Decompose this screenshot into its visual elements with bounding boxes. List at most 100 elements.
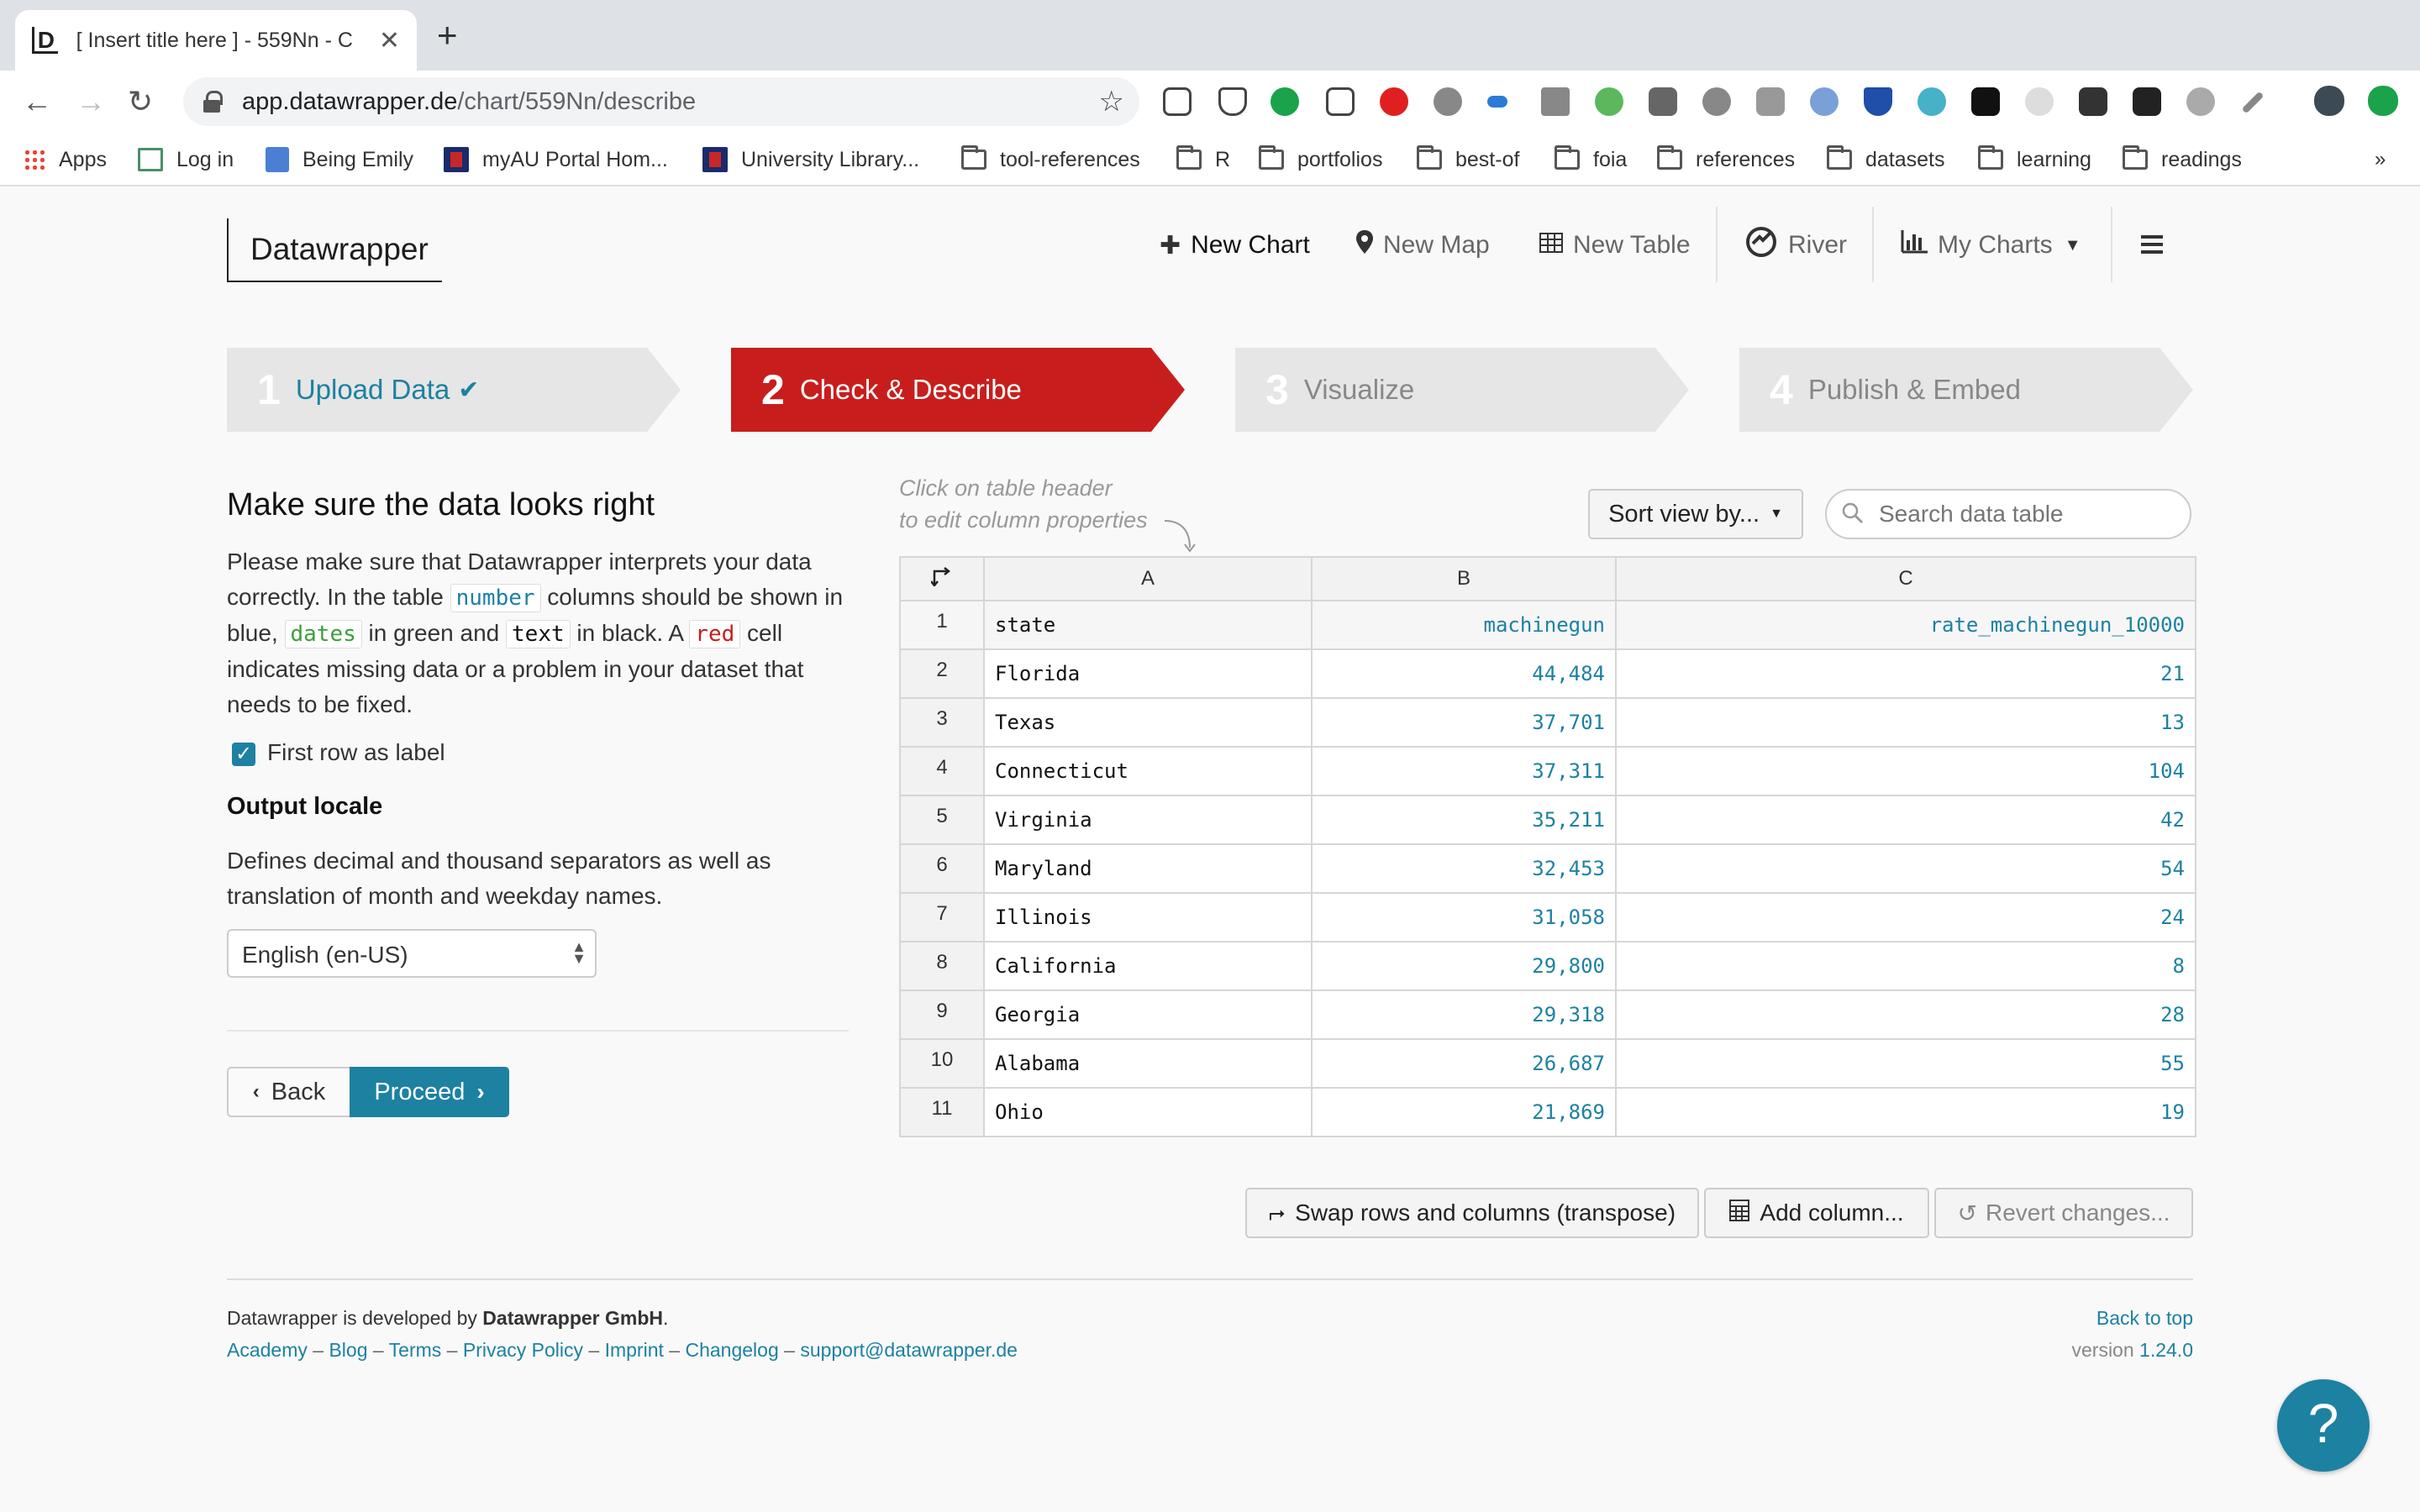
glasses-extension-icon[interactable] (2079, 87, 2107, 116)
react-extension-icon[interactable] (1971, 87, 2000, 116)
table-cell[interactable]: 21 (1615, 648, 2196, 699)
bookmarks-overflow-button[interactable]: » (2375, 143, 2386, 176)
r-extension-icon[interactable] (2133, 87, 2161, 116)
bookmark-folder-references[interactable]: references (1657, 143, 1795, 176)
column-header-b[interactable]: B (1311, 556, 1617, 601)
green-extension-icon[interactable] (1270, 87, 1299, 116)
person-extension-icon[interactable] (2186, 87, 2215, 116)
table-cell[interactable]: 37,701 (1311, 697, 1617, 748)
nav-river[interactable]: River (1744, 220, 1847, 270)
column-header-a[interactable]: A (983, 556, 1313, 601)
nav-new-chart[interactable]: ✚ New Chart (1160, 220, 1310, 270)
table-cell[interactable]: 55 (1615, 1038, 2196, 1089)
search-input[interactable] (1877, 500, 2163, 528)
table-cell[interactable]: 44,484 (1311, 648, 1617, 699)
pocket-extension-icon[interactable] (1218, 87, 1247, 116)
table-cell[interactable]: 26,687 (1311, 1038, 1617, 1089)
table-cell[interactable]: 28 (1615, 990, 2196, 1040)
sort-view-dropdown[interactable]: Sort view by... ▼ (1588, 489, 1803, 539)
screenshot-extension-icon[interactable] (1163, 87, 1192, 116)
atom-extension-icon[interactable] (1918, 87, 1946, 116)
footer-link-privacy[interactable]: Privacy Policy (463, 1339, 583, 1361)
table-cell[interactable]: Texas (983, 697, 1313, 748)
bookmark-folder-foia[interactable]: foia (1555, 143, 1627, 176)
table-cell[interactable]: 31,058 (1311, 892, 1617, 942)
cup-extension-icon[interactable] (1326, 87, 1355, 116)
browser-tab[interactable]: D [ Insert title here ] - 559Nn - C ✕ (15, 10, 417, 71)
table-cell[interactable]: 104 (1615, 746, 2196, 796)
hamburger-menu-icon[interactable] (2141, 235, 2163, 254)
bookmark-university-library[interactable]: University Library... (702, 143, 919, 176)
forward-arrow-icon[interactable]: → (76, 82, 106, 121)
bookmark-apps[interactable]: Apps (24, 143, 107, 176)
arrows-extension-icon[interactable] (1487, 96, 1507, 108)
camera-extension-icon[interactable] (1756, 87, 1785, 116)
nav-new-table[interactable]: New Table (1539, 220, 1691, 270)
table-cell[interactable]: 32,453 (1311, 843, 1617, 894)
cluster-extension-icon[interactable] (1434, 87, 1462, 116)
table-cell[interactable]: 21,869 (1311, 1087, 1617, 1137)
first-row-label-text[interactable]: First row as label (267, 739, 445, 766)
table-cell[interactable]: 54 (1615, 843, 2196, 894)
step-check-describe[interactable]: 2 Check & Describe (731, 348, 1185, 432)
nav-my-charts[interactable]: My Charts ▼ (1901, 220, 2081, 270)
table-cell[interactable]: 42 (1615, 795, 2196, 845)
bookmark-being-emily[interactable]: Being Emily (266, 143, 413, 176)
table-cell[interactable]: machinegun (1311, 600, 1617, 650)
bookmark-folder-r[interactable]: R (1176, 143, 1230, 176)
bookmark-folder-tool-references[interactable]: tool-references (961, 143, 1140, 176)
footer-link-terms[interactable]: Terms (389, 1339, 442, 1361)
new-tab-icon[interactable]: + (437, 18, 458, 53)
bookmark-folder-readings[interactable]: readings (2123, 143, 2242, 176)
footer-link-academy[interactable]: Academy (227, 1339, 308, 1361)
first-row-label-checkbox[interactable]: ✓ (232, 743, 255, 766)
table-cell[interactable]: Connecticut (983, 746, 1313, 796)
adblock-extension-icon[interactable] (1380, 87, 1408, 116)
ring-extension-icon[interactable] (1810, 87, 1839, 116)
profile-avatar[interactable] (2314, 86, 2344, 116)
table-cell[interactable]: 29,800 (1311, 941, 1617, 991)
revert-changes-button[interactable]: ↺ Revert changes... (1934, 1188, 2193, 1238)
bookmark-folder-learning[interactable]: learning (1978, 143, 2091, 176)
footer-link-changelog[interactable]: Changelog (685, 1339, 778, 1361)
table-cell[interactable]: 13 (1615, 697, 2196, 748)
v-extension-icon[interactable] (1864, 87, 1892, 116)
back-button[interactable]: ‹ Back (227, 1067, 351, 1117)
step-publish-embed[interactable]: 4 Publish & Embed (1739, 348, 2193, 432)
step-visualize[interactable]: 3 Visualize (1235, 348, 1689, 432)
proceed-button[interactable]: Proceed › (350, 1067, 509, 1117)
table-cell[interactable]: Maryland (983, 843, 1313, 894)
checklist-extension-icon[interactable] (1649, 87, 1677, 116)
reload-icon[interactable]: ↻ (128, 82, 153, 121)
bookmark-folder-datasets[interactable]: datasets (1827, 143, 1945, 176)
nav-new-map[interactable]: New Map (1356, 220, 1490, 270)
target-extension-icon[interactable] (2025, 87, 2054, 116)
table-cell[interactable]: Virginia (983, 795, 1313, 845)
table-cell[interactable]: Georgia (983, 990, 1313, 1040)
update-icon[interactable] (2368, 86, 2398, 116)
eyedropper-extension-icon[interactable] (2241, 91, 2265, 114)
add-column-button[interactable]: Add column... (1704, 1188, 1929, 1238)
bookmark-myau[interactable]: myAU Portal Hom... (444, 143, 668, 176)
close-tab-icon[interactable]: ✕ (379, 26, 400, 55)
back-to-top-link[interactable]: Back to top (2096, 1307, 2193, 1330)
table-cell[interactable]: rate_machinegun_10000 (1615, 600, 2196, 650)
table-cell[interactable]: California (983, 941, 1313, 991)
table-cell[interactable]: 8 (1615, 941, 2196, 991)
table-cell[interactable]: Florida (983, 648, 1313, 699)
address-bar[interactable]: app.datawrapper.de/chart/559Nn/describe … (183, 77, 1139, 126)
datawrapper-logo[interactable]: Datawrapper (227, 218, 442, 282)
bookmark-log-in[interactable]: Log in (138, 143, 234, 176)
table-cell[interactable]: Alabama (983, 1038, 1313, 1089)
table-cell[interactable]: 24 (1615, 892, 2196, 942)
bookmark-folder-portfolios[interactable]: portfolios (1259, 143, 1382, 176)
footer-link-imprint[interactable]: Imprint (605, 1339, 664, 1361)
bookmark-folder-best-of[interactable]: best-of (1417, 143, 1519, 176)
column-header-c[interactable]: C (1615, 556, 2196, 601)
table-cell[interactable]: Ohio (983, 1087, 1313, 1137)
back-arrow-icon[interactable]: ← (22, 82, 52, 121)
transpose-button[interactable]: ⮣ Swap rows and columns (transpose) (1245, 1188, 1699, 1238)
table-cell[interactable]: 29,318 (1311, 990, 1617, 1040)
search-data-table[interactable] (1825, 489, 2191, 539)
footer-link-support[interactable]: support@datawrapper.de (800, 1339, 1018, 1361)
